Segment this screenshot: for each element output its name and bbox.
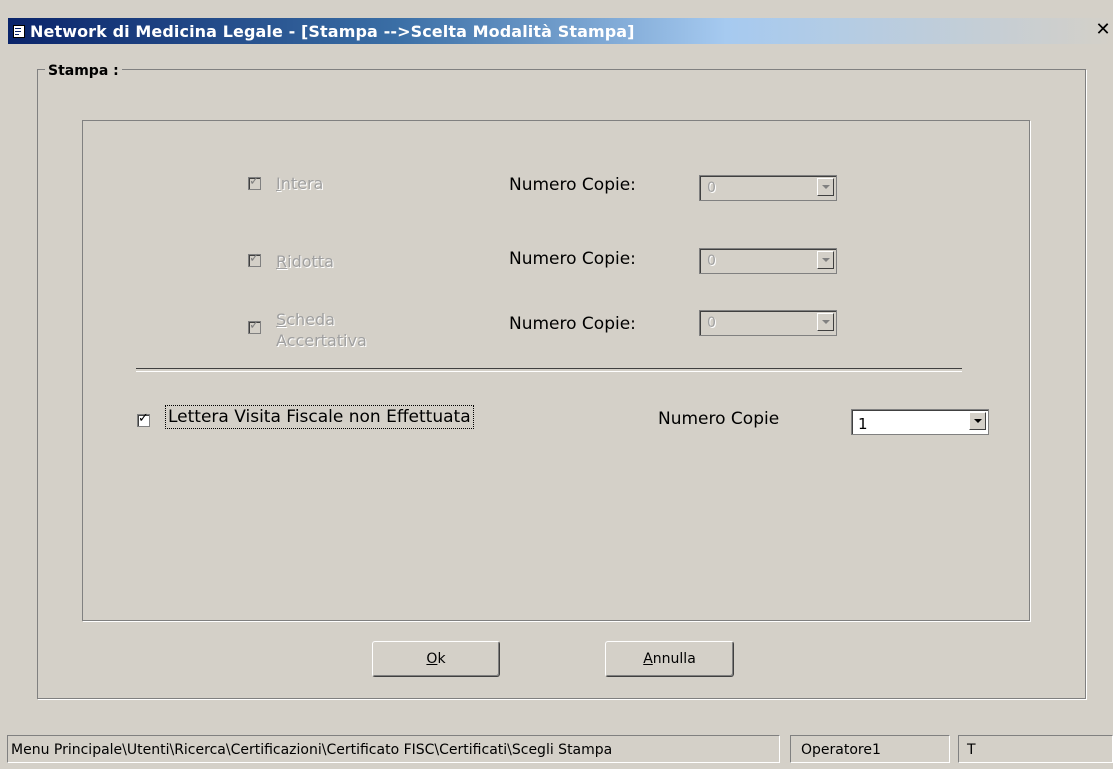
status-path: Menu Principale\Utenti\Ricerca\Certifica… bbox=[7, 735, 780, 763]
lettera-checkbox[interactable]: ✓ bbox=[137, 411, 150, 427]
status-operator: Operatore1 bbox=[790, 735, 950, 763]
ridotta-copies-value: 0 bbox=[707, 253, 716, 269]
scheda-copies-select[interactable]: 0 bbox=[699, 310, 837, 336]
checkbox-check-icon: ✓ bbox=[138, 411, 149, 426]
intera-copies-label: Numero Copie: bbox=[509, 175, 636, 195]
ridotta-checkbox[interactable]: ✓ bbox=[248, 251, 261, 267]
intera-checkbox[interactable]: ✓ bbox=[248, 174, 261, 190]
lettera-copies-label: Numero Copie bbox=[658, 409, 780, 429]
close-icon[interactable]: ✕ bbox=[1093, 18, 1113, 44]
dropdown-arrow-icon[interactable] bbox=[817, 251, 834, 269]
separator-line bbox=[136, 368, 962, 372]
scheda-copies-label: Numero Copie: bbox=[509, 314, 636, 334]
checkbox-check-icon: ✓ bbox=[249, 174, 260, 189]
status-bar: Menu Principale\Utenti\Ricerca\Certifica… bbox=[7, 735, 1113, 765]
ridotta-copies-label: Numero Copie: bbox=[509, 249, 636, 269]
checkbox-check-icon: ✓ bbox=[249, 318, 260, 333]
window-title: Network di Medicina Legale - [Stampa -->… bbox=[30, 21, 635, 41]
scheda-label: Scheda Accertativa bbox=[276, 310, 367, 350]
title-bar: Network di Medicina Legale - [Stampa -->… bbox=[8, 18, 1113, 44]
group-legend: Stampa : bbox=[45, 63, 122, 79]
scheda-checkbox[interactable]: ✓ bbox=[248, 318, 261, 334]
dropdown-arrow-icon[interactable] bbox=[969, 412, 986, 430]
dropdown-arrow-icon[interactable] bbox=[817, 313, 834, 331]
lettera-copies-value: 1 bbox=[858, 415, 868, 433]
intera-label: Intera bbox=[276, 174, 324, 193]
lettera-label[interactable]: Lettera Visita Fiscale non Effettuata bbox=[165, 405, 474, 429]
ridotta-copies-select[interactable]: 0 bbox=[699, 248, 837, 274]
annulla-button[interactable]: Annulla bbox=[605, 641, 734, 677]
app-window-icon[interactable] bbox=[12, 25, 26, 38]
ridotta-label: Ridotta bbox=[276, 252, 334, 271]
scheda-copies-value: 0 bbox=[707, 315, 716, 331]
checkbox-check-icon: ✓ bbox=[249, 251, 260, 266]
dropdown-arrow-icon[interactable] bbox=[817, 178, 834, 196]
ok-button[interactable]: Ok bbox=[372, 641, 500, 677]
lettera-copies-select[interactable]: 1 bbox=[851, 409, 989, 435]
intera-copies-select[interactable]: 0 bbox=[699, 175, 837, 201]
intera-copies-value: 0 bbox=[707, 180, 716, 196]
status-extra: T bbox=[958, 735, 1113, 763]
